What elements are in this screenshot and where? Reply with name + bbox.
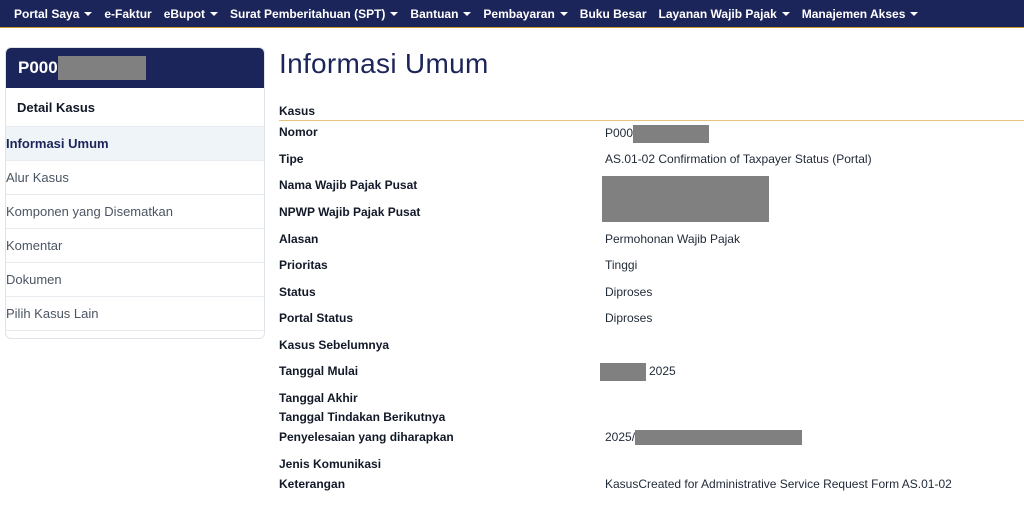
nav-ebupot-label: eBupot	[163, 6, 206, 21]
redacted-block	[600, 363, 646, 381]
nav-e-faktur[interactable]: e-Faktur	[104, 7, 151, 21]
nav-e-faktur-label: e-Faktur	[104, 6, 152, 21]
case-sidebar: P000 Detail Kasus Informasi Umum Alur Ka…	[5, 47, 265, 339]
caret-down-icon	[781, 11, 790, 16]
label-nama-wajib-pajak: Nama Wajib Pajak Pusat	[279, 178, 418, 192]
label-tanggal-tindakan: Tanggal Tindakan Berikutnya	[279, 410, 446, 424]
redacted-block	[57, 56, 146, 80]
value-portal-status: Diproses	[605, 311, 653, 325]
top-navigation-bar: Portal Saya e-Faktur eBupot Surat Pember…	[0, 0, 1024, 28]
nav-pembayaran[interactable]: Pembayaran	[483, 6, 568, 21]
nav-layanan-label: Layanan Wajib Pajak	[658, 6, 777, 21]
sidebar-item-informasi-umum[interactable]: Informasi Umum	[6, 127, 264, 161]
label-penyelesaian: Penyelesaian yang diharapkan	[279, 430, 454, 444]
nav-portal-saya-label: Portal Saya	[14, 6, 80, 21]
value-alasan: Permohonan Wajib Pajak	[605, 232, 740, 246]
caret-down-icon	[210, 11, 219, 16]
detail-kasus-title: Detail Kasus	[17, 99, 96, 115]
nav-pembayaran-label: Pembayaran	[483, 6, 555, 21]
nav-bantuan-label: Bantuan	[410, 6, 459, 21]
nav-spt[interactable]: Surat Pemberitahuan (SPT)	[230, 6, 399, 21]
caret-down-icon	[390, 11, 399, 16]
nav-portal-saya[interactable]: Portal Saya	[14, 6, 93, 21]
label-portal-status: Portal Status	[279, 311, 354, 325]
redacted-block	[635, 430, 803, 446]
label-kasus-sebelumnya: Kasus Sebelumnya	[279, 338, 390, 352]
caret-down-icon	[84, 11, 93, 16]
nav-buku-besar[interactable]: Buku Besar	[580, 7, 647, 21]
nav-manajemen-akses-label: Manajemen Akses	[801, 6, 906, 21]
value-nomor: P000	[605, 125, 710, 143]
sidebar-item-alur-kasus[interactable]: Alur Kasus	[6, 161, 264, 195]
sidebar-item-komponen[interactable]: Komponen yang Disematkan	[6, 195, 264, 229]
value-nomor-text: P000	[605, 126, 634, 141]
case-number-prefix: P000	[18, 58, 58, 77]
label-npwp: NPWP Wajib Pajak Pusat	[279, 205, 421, 219]
nav-manajemen-akses[interactable]: Manajemen Akses	[802, 7, 919, 21]
redacted-block	[602, 176, 769, 222]
page-title: Informasi Umum	[279, 48, 489, 79]
label-nomor: Nomor	[279, 125, 318, 139]
caret-down-icon	[463, 11, 472, 16]
nav-buku-besar-label: Buku Besar	[579, 6, 647, 21]
label-alasan: Alasan	[279, 232, 319, 246]
nav-bantuan[interactable]: Bantuan	[410, 6, 472, 21]
value-prioritas: Tinggi	[605, 258, 638, 272]
section-title-kasus: Kasus	[279, 104, 316, 118]
caret-down-icon	[910, 11, 919, 16]
caret-down-icon	[559, 11, 568, 16]
label-keterangan: Keterangan	[279, 477, 346, 491]
sidebar-item-dokumen[interactable]: Dokumen	[6, 263, 264, 297]
nav-ebupot[interactable]: eBupot	[163, 6, 219, 21]
nav-spt-label: Surat Pemberitahuan (SPT)	[230, 6, 386, 21]
value-keterangan: KasusCreated for Administrative Service …	[605, 477, 952, 491]
value-tipe: AS.01-02 Confirmation of Taxpayer Status…	[605, 152, 872, 166]
label-jenis-komunikasi: Jenis Komunikasi	[279, 457, 382, 471]
label-tanggal-akhir: Tanggal Akhir	[279, 391, 358, 405]
label-tipe: Tipe	[279, 152, 304, 166]
value-tanggal-mulai: 2025	[649, 364, 676, 378]
sidebar-item-pilih-kasus-lain[interactable]: Pilih Kasus Lain	[6, 297, 264, 331]
label-tanggal-mulai: Tanggal Mulai	[279, 364, 359, 378]
value-penyelesaian-text: 2025/	[605, 430, 636, 444]
redacted-block	[633, 125, 710, 143]
value-status: Diproses	[605, 285, 653, 299]
nav-layanan-wajib-pajak[interactable]: Layanan Wajib Pajak	[659, 7, 790, 21]
sidebar-item-komentar[interactable]: Komentar	[6, 229, 264, 263]
section-divider	[279, 120, 1024, 121]
case-number-header: P000	[6, 48, 264, 88]
label-status: Status	[279, 285, 316, 299]
value-penyelesaian: 2025/	[605, 430, 803, 446]
label-prioritas: Prioritas	[279, 258, 328, 272]
